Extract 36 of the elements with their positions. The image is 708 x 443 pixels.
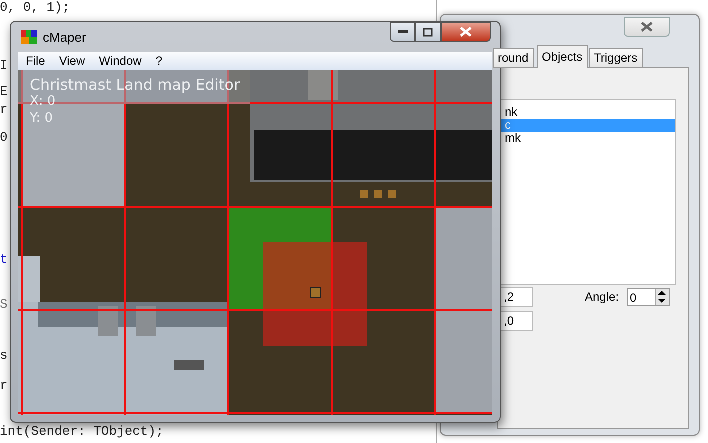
map-title: Christmast Land map Editor: [30, 76, 240, 94]
minimize-icon: [398, 30, 408, 34]
code-line: int(Sender: TObject);: [0, 424, 164, 439]
window-title: cMaper: [43, 30, 86, 44]
menu-item[interactable]: Window: [99, 54, 142, 68]
code-line: E: [0, 84, 8, 99]
angle-spinner[interactable]: 0: [627, 288, 670, 306]
code-line: 0: [0, 130, 8, 145]
code-line: s: [0, 348, 8, 363]
spin-arrows-icon: [655, 289, 669, 305]
close-icon: [460, 27, 472, 37]
list-item[interactable]: mk: [499, 132, 675, 145]
menu-item[interactable]: File: [26, 54, 46, 68]
tab[interactable]: round: [493, 48, 534, 68]
tab[interactable]: Objects: [537, 45, 588, 68]
menu-item[interactable]: View: [59, 54, 86, 68]
code-line: I: [0, 58, 8, 73]
maximize-button[interactable]: [415, 22, 441, 42]
close-button[interactable]: [624, 17, 670, 37]
code-line: t: [0, 252, 8, 267]
angle-label: Angle:: [585, 290, 620, 304]
close-icon: [641, 22, 653, 32]
input-field[interactable]: ,2: [498, 287, 533, 307]
menu-item[interactable]: ?: [156, 54, 163, 68]
y-coordinate: Y: 0: [30, 111, 53, 126]
code-line: 0, 0, 1);: [0, 0, 70, 15]
close-button[interactable]: [441, 22, 491, 42]
input-field[interactable]: ,0: [498, 311, 533, 331]
list-item[interactable]: nk: [499, 106, 675, 119]
code-line: r: [0, 102, 8, 117]
tab[interactable]: Triggers: [589, 48, 643, 68]
code-line: r: [0, 378, 8, 393]
minimize-button[interactable]: [390, 22, 415, 42]
app-icon: [21, 30, 37, 44]
maximize-icon: [423, 28, 433, 36]
code-line: S: [0, 297, 8, 312]
